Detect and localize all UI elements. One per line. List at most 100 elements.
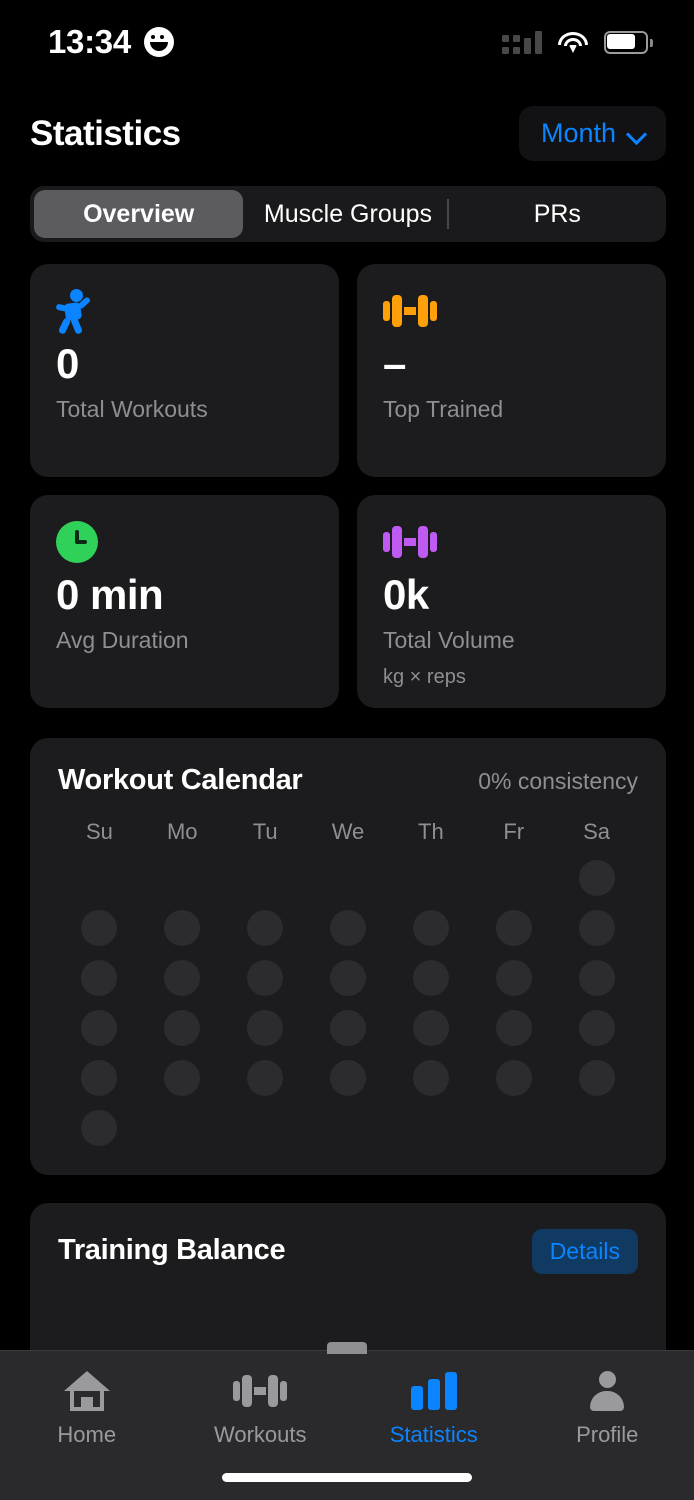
calendar-blank [413,860,449,896]
status-bar-clock: 13:34 [48,23,131,60]
calendar-day-dot[interactable] [495,960,532,996]
calendar-day-dot[interactable] [578,1010,615,1046]
statistics-tab-selector[interactable]: Overview Muscle Groups PRs [30,186,666,242]
calendar-day-dot[interactable] [81,960,118,996]
calendar-blank-cell [472,857,555,899]
calendar-blank [81,860,117,896]
calendar-header: Workout Calendar 0% consistency [58,764,638,797]
tab-bar-label: Statistics [389,1422,478,1447]
page-title: Statistics [30,113,181,153]
stat-label: Total Volume [383,627,515,653]
smiley-face-icon [143,27,174,57]
cellular-signal-icon [502,30,542,54]
page-header: Statistics Month [0,84,694,161]
calendar-day-dot[interactable] [81,1110,118,1146]
tab-bar-label: Profile [576,1422,639,1447]
tab-overview[interactable]: Overview [34,190,244,238]
calendar-day-cell [141,907,224,949]
training-balance-header: Training Balance Details [58,1229,638,1274]
calendar-day-dot[interactable] [412,910,449,946]
calendar-day-dot[interactable] [412,960,449,996]
calendar-blank-cell [141,857,224,899]
calendar-day-dot[interactable] [247,1010,284,1046]
calendar-day-dot[interactable] [495,1060,532,1096]
home-icon [63,1369,110,1413]
calendar-day-cell [141,957,224,999]
workout-calendar-card: Workout Calendar 0% consistency Su Mo Tu… [30,738,666,1175]
calendar-day-cell [307,1007,390,1049]
calendar-day-dot[interactable] [495,1010,532,1046]
calendar-blank [330,860,366,896]
calendar-day-dot[interactable] [578,960,615,996]
calendar-day-cell [58,957,141,999]
stat-label: Avg Duration [56,627,189,653]
stat-card-total-workouts[interactable]: 0 Total Workouts [30,264,339,477]
calendar-day-dot[interactable] [81,1060,118,1096]
period-selector-label: Month [540,118,616,148]
tab-muscle-groups[interactable]: Muscle Groups [243,190,452,238]
calendar-day-dot[interactable] [329,910,366,946]
calendar-day-cell [472,957,555,999]
stat-value: 0 [56,340,79,387]
calendar-day-dot[interactable] [578,910,615,946]
calendar-day-dot[interactable] [247,1060,284,1096]
calendar-day-cell [389,907,472,949]
calendar-day-dot[interactable] [329,960,366,996]
calendar-title: Workout Calendar [58,764,303,796]
stat-value: 0k [383,571,429,618]
calendar-day-dot[interactable] [164,910,201,946]
stat-value: – [383,340,406,387]
calendar-day-dot[interactable] [164,1010,201,1046]
tab-bar-label: Home [57,1422,117,1447]
sheet-grabber-handle[interactable] [327,1342,367,1354]
tab-bar-items: Home Workouts Statistics Profile [0,1351,694,1448]
calendar-day-cell [389,1057,472,1099]
calendar-day-dot[interactable] [578,860,615,896]
calendar-day-dot[interactable] [329,1060,366,1096]
calendar-day-dot[interactable] [495,910,532,946]
calendar-day-cell [472,1007,555,1049]
calendar-blank-cell [307,857,390,899]
stat-card-avg-duration[interactable]: 0 min Avg Duration [30,495,339,708]
calendar-day-dot[interactable] [164,960,201,996]
calendar-day-dot[interactable] [81,910,118,946]
consistency-label: 0% consistency [478,768,638,794]
calendar-day-dot[interactable] [412,1060,449,1096]
status-bar: 13:34 [0,0,694,84]
tab-bar-item-workouts[interactable]: Workouts [174,1369,348,1448]
home-indicator [222,1473,472,1482]
tab-bar-item-profile[interactable]: Profile [521,1369,694,1448]
calendar-day-cell [58,1107,141,1149]
tab-bar-item-statistics[interactable]: Statistics [347,1369,521,1448]
bar-chart-icon [410,1369,457,1413]
stat-value: 0 min [56,571,164,618]
stat-card-top-trained[interactable]: – Top Trained [357,264,666,477]
dumbbell-icon [383,288,640,334]
stat-sublabel: kg × reps [383,666,466,688]
calendar-blank-cell [224,857,307,899]
training-balance-title: Training Balance [58,1234,286,1266]
calendar-day-cell [307,957,390,999]
calendar-day-dot[interactable] [247,910,284,946]
calendar-day-dot[interactable] [81,1010,118,1046]
stat-card-total-volume[interactable]: 0k Total Volume kg × reps [357,495,666,708]
dumbbell-icon [233,1369,288,1413]
calendar-day-dot[interactable] [578,1060,615,1096]
tab-prs[interactable]: PRs [453,190,662,238]
calendar-day-cell [555,1057,638,1099]
calendar-day-dot[interactable] [164,1060,201,1096]
weekday-label: Th [418,819,444,844]
calendar-day-dot[interactable] [247,960,284,996]
stat-label: Top Trained [383,396,504,422]
calendar-day-cell [224,1007,307,1049]
calendar-day-cell [472,1057,555,1099]
calendar-day-dot[interactable] [329,1010,366,1046]
weekday-label: We [331,819,365,844]
chevron-down-icon [628,126,644,142]
weekday-label: Mo [166,819,198,844]
calendar-day-dot[interactable] [412,1010,449,1046]
calendar-day-cell [472,907,555,949]
details-button[interactable]: Details [531,1229,638,1274]
tab-bar-item-home[interactable]: Home [0,1369,174,1448]
period-selector-button[interactable]: Month [518,106,666,161]
